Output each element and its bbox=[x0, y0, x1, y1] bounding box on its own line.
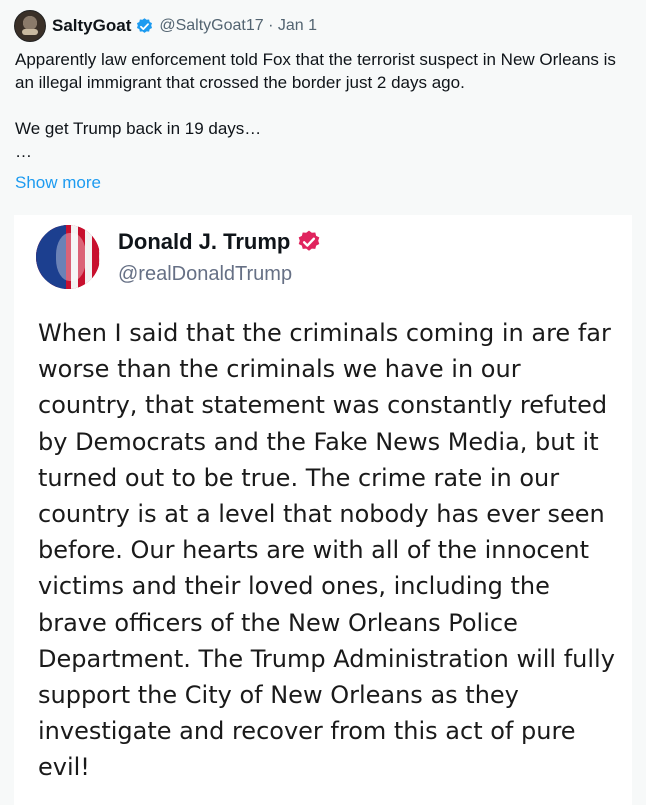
tweet[interactable]: SaltyGoat @SaltyGoat17 · Jan 1 Apparentl… bbox=[0, 0, 646, 805]
embedded-post-image[interactable]: Donald J. Trump @realDonaldTrump When I … bbox=[14, 215, 632, 805]
embedded-handle: @realDonaldTrump bbox=[118, 263, 293, 285]
handle-and-date[interactable]: @SaltyGoat17 · Jan 1 bbox=[159, 17, 317, 35]
avatar[interactable] bbox=[14, 10, 46, 42]
tweet-header: SaltyGoat @SaltyGoat17 · Jan 1 bbox=[14, 10, 317, 42]
show-more-link[interactable]: Show more bbox=[15, 173, 101, 193]
verified-badge-icon bbox=[135, 17, 154, 36]
embedded-author-name: Donald J. Trump bbox=[118, 229, 291, 254]
verified-badge-icon bbox=[296, 229, 322, 255]
embedded-author-row: Donald J. Trump bbox=[118, 229, 322, 255]
embedded-post-text: When I said that the criminals coming in… bbox=[38, 319, 615, 782]
author-name[interactable]: SaltyGoat bbox=[52, 16, 131, 36]
tweet-text: Apparently law enforcement told Fox that… bbox=[15, 50, 616, 161]
embedded-avatar bbox=[36, 225, 100, 289]
